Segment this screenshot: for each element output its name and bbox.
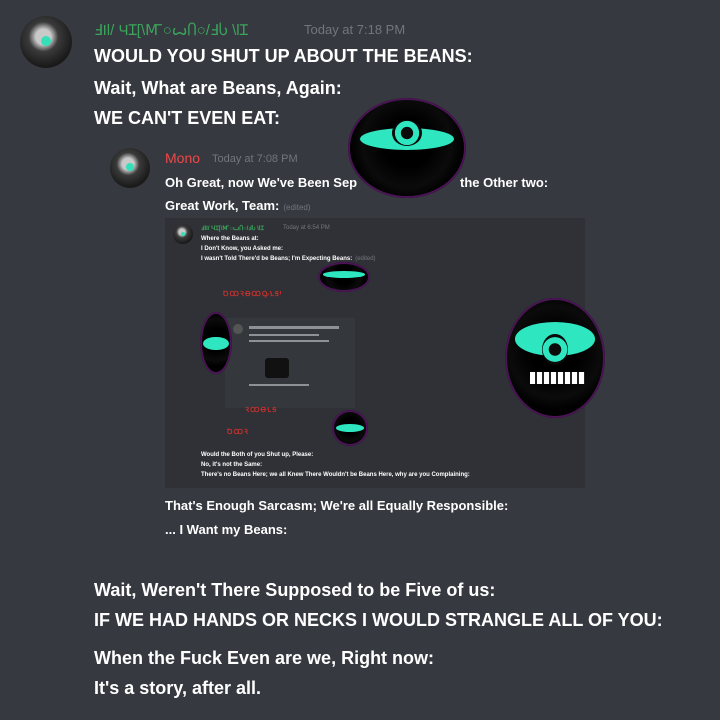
eye-emoji-icon (348, 98, 466, 198)
message-line: WE CAN'T EVEN EAT: (94, 108, 280, 128)
timestamp: Today at 7:08 PM (212, 153, 298, 165)
timestamp: Today at 7:18 PM (304, 22, 406, 37)
message-line: No, it's not the Same: (201, 462, 263, 468)
nested-thread-block (225, 318, 355, 408)
eye-emoji-icon (318, 262, 370, 292)
message-line: Oh Great, now We've Been Sep (165, 175, 358, 190)
message-line: That's Enough Sarcasm; We're all Equally… (165, 498, 509, 513)
eye-emoji-icon (200, 312, 232, 374)
edited-tag: (edited) (355, 256, 376, 262)
eye-emoji-icon (505, 298, 605, 418)
red-scribble: ꝹꝎꝚꝊꝎꝘꝆꞨꞋ (223, 291, 283, 298)
username: ℲIl/ ЧꞮ[\Ꙧ○ꙍႶ○/ℲႱ \lꞮ (201, 226, 264, 232)
message-text: I wasn't Told There'd be Beans; I'm Expe… (201, 256, 353, 262)
message-line: Where the Beans at: (201, 236, 259, 242)
avatar[interactable] (20, 16, 72, 68)
message-line: the Other two: (460, 175, 549, 190)
username[interactable]: ℲIl/ ЧꞮ[\Ꙧ○ꙍႶ○/ℲႱ \lꞮ (94, 20, 248, 40)
timestamp: Today at 6:54 PM (283, 225, 330, 231)
red-scribble: ꝚꝎꝊꝆꞨ (245, 407, 278, 414)
message-line: There's no Beans Here; we all Knew There… (201, 472, 470, 478)
message-line: Wait, What are Beans, Again: (94, 78, 342, 98)
username[interactable]: Mono (165, 150, 200, 166)
message-line: WOULD YOU SHUT UP ABOUT THE BEANS: (94, 46, 473, 66)
message-line: Wait, Weren't There Supposed to be Five … (94, 580, 496, 600)
message-line: I wasn't Told There'd be Beans; I'm Expe… (201, 256, 376, 262)
message-line: I Don't Know, you Asked me: (201, 246, 283, 252)
eye-emoji-icon (332, 410, 368, 446)
message-line: ... I Want my Beans: (165, 522, 288, 537)
message-line: Great Work, Team: (edited) (165, 198, 311, 213)
red-scribble: ꝹꝎꝚ (227, 429, 249, 436)
message-line: IF WE HAD HANDS OR NECKS I WOULD STRANGL… (94, 610, 663, 630)
message-line: It's a story, after all. (94, 678, 262, 698)
edited-tag: (edited) (283, 203, 311, 212)
avatar[interactable] (110, 148, 150, 188)
message-line: When the Fuck Even are we, Right now: (94, 648, 435, 668)
message-text: Great Work, Team: (165, 198, 280, 213)
avatar (173, 224, 193, 244)
message-line: Would the Both of you Shut up, Please: (201, 452, 314, 458)
